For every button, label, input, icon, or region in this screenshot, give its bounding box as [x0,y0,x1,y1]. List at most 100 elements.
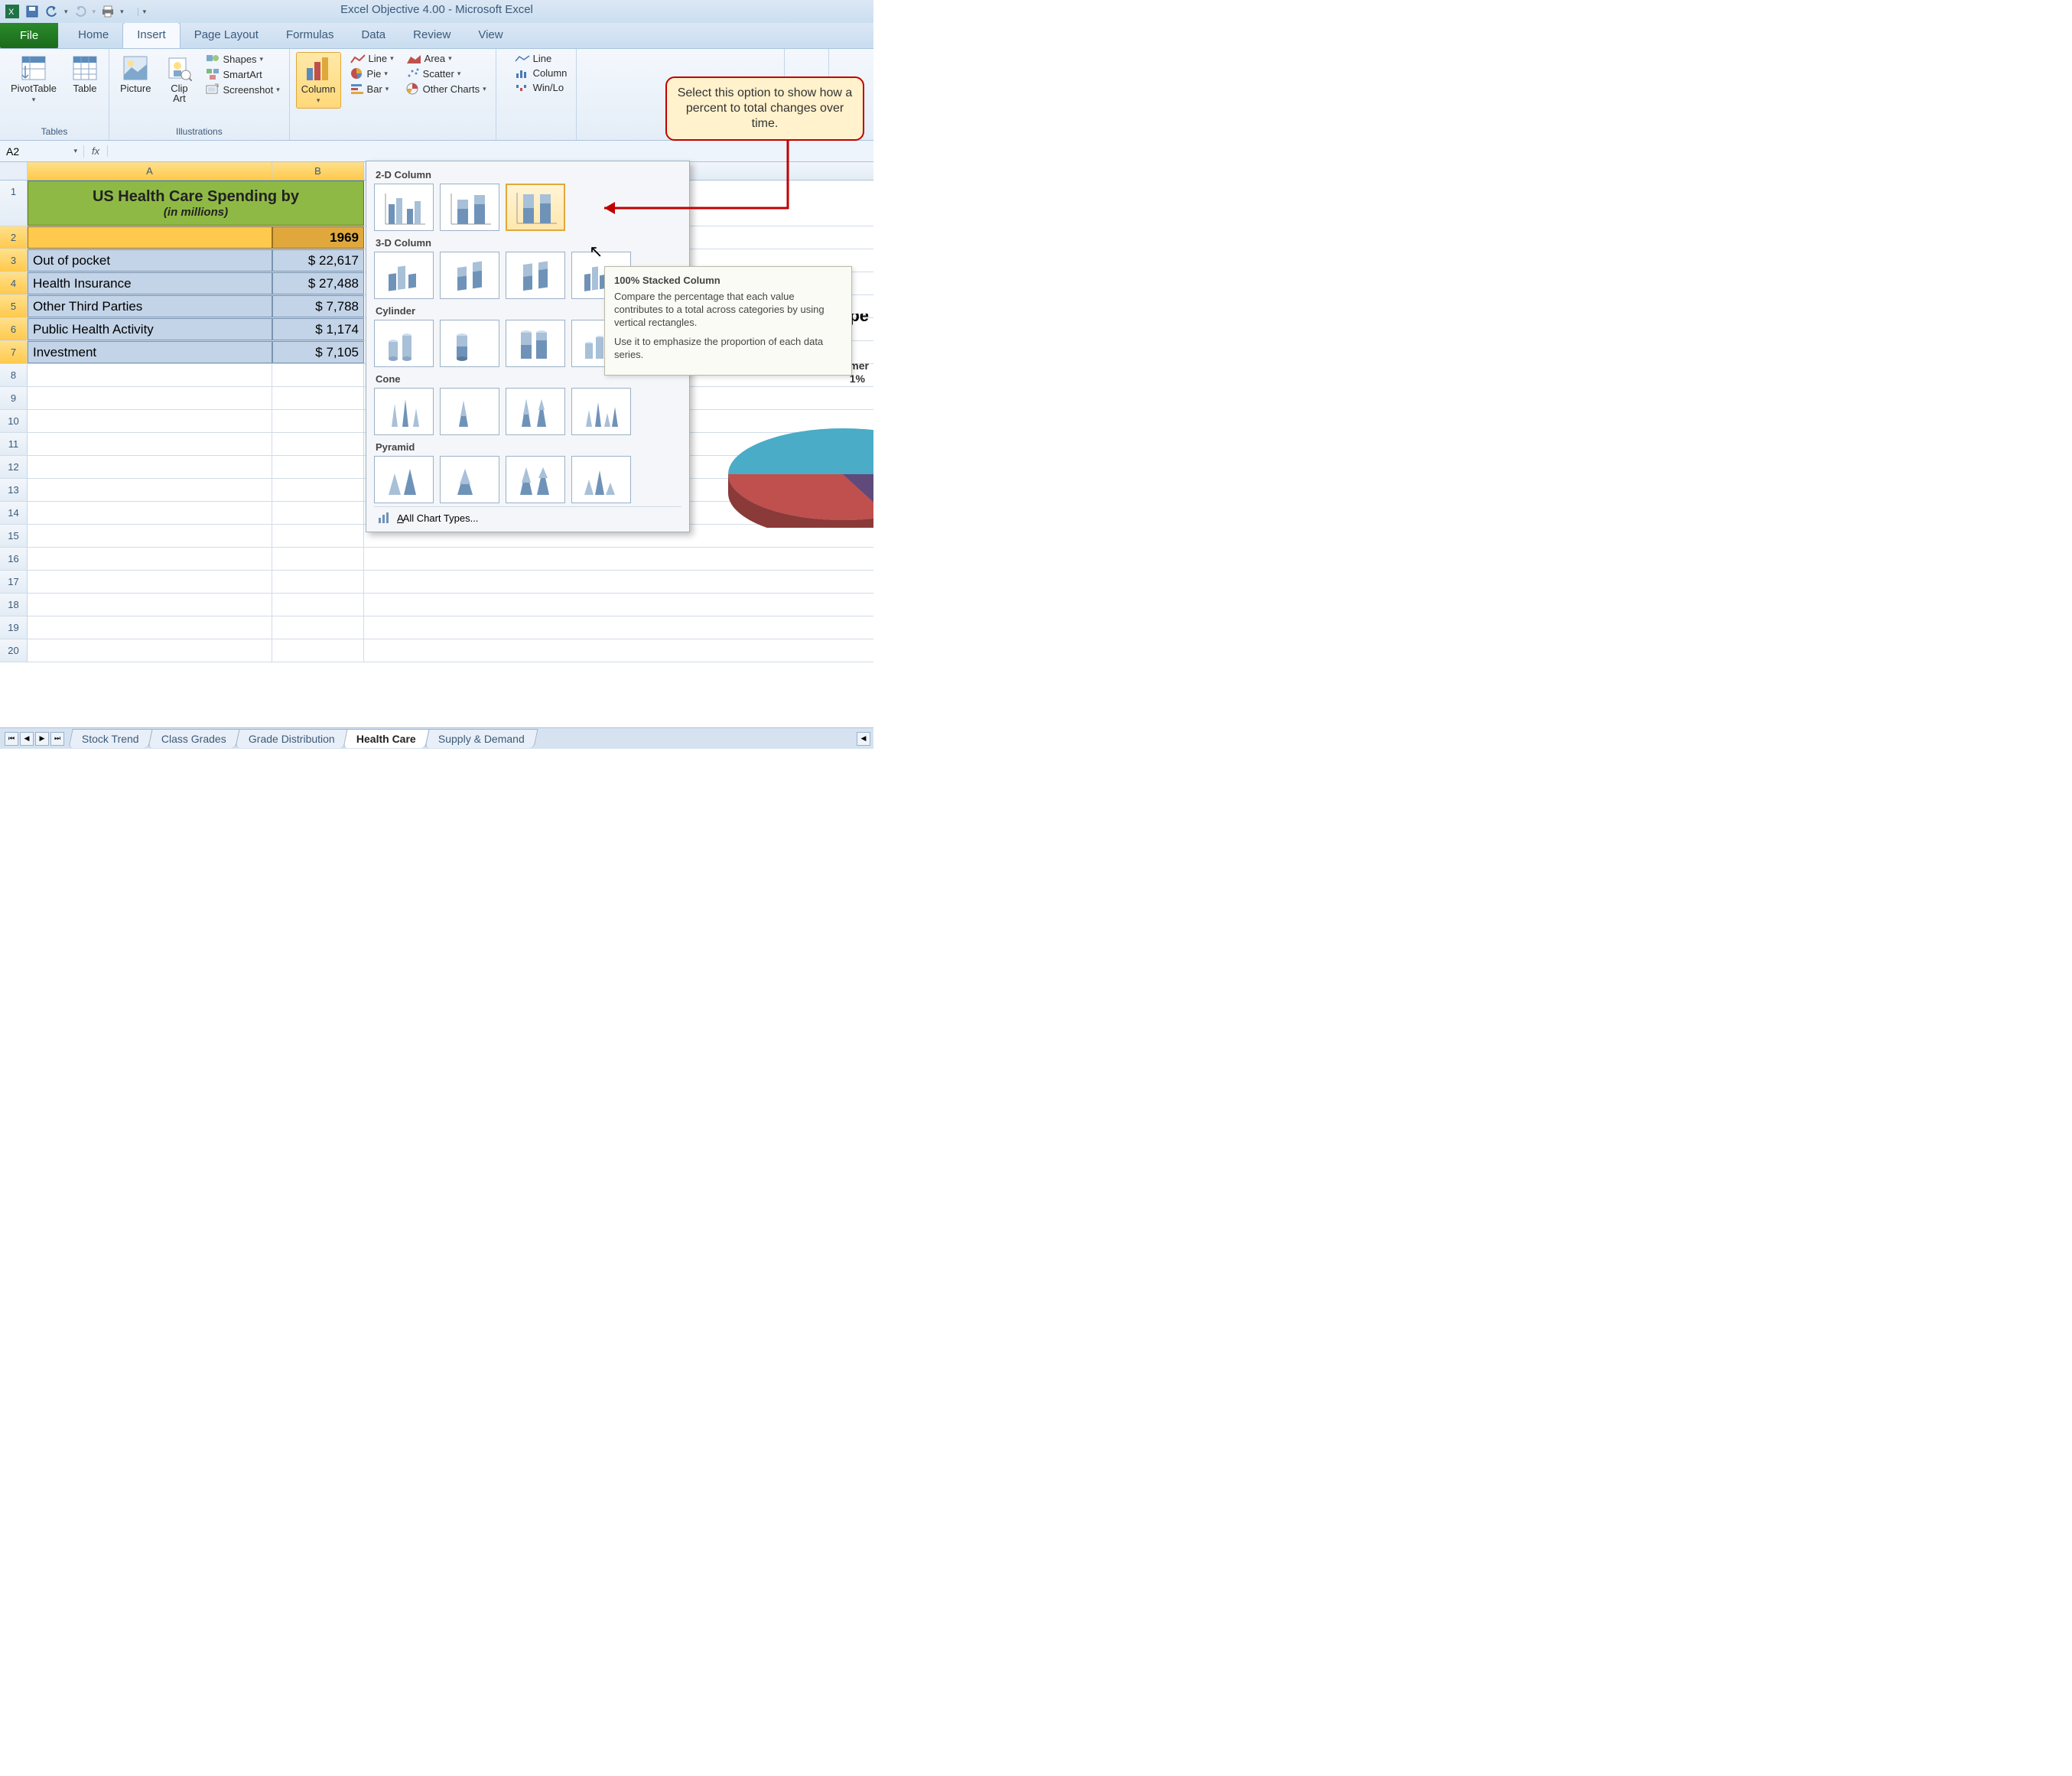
table-button[interactable]: Table [67,52,102,97]
print-icon[interactable] [100,4,115,19]
prev-sheet-button[interactable]: ◀ [20,732,34,746]
row-header-13[interactable]: 13 [0,479,28,502]
cell-B4[interactable]: $ 27,488 [272,272,364,294]
row-header-1[interactable]: 1 [0,181,28,226]
sparkline-winloss-button[interactable]: Win/Lo [512,81,571,94]
cell-B6[interactable]: $ 1,174 [272,318,364,340]
picture-button[interactable]: Picture [115,52,155,97]
cone-3d-option[interactable] [571,388,631,435]
redo-dropdown-icon[interactable]: ▾ [93,8,96,16]
sheet-tab-supply-demand[interactable]: Supply & Demand [424,729,538,748]
tab-page-layout[interactable]: Page Layout [181,23,272,48]
row-header-9[interactable]: 9 [0,387,28,410]
row-header-20[interactable]: 20 [0,639,28,662]
pyramid-100-stacked-option[interactable] [506,456,565,503]
tab-data[interactable]: Data [347,23,399,48]
tab-view[interactable]: View [464,23,516,48]
area-chart-button[interactable]: Area ▾ [403,52,490,65]
tab-review[interactable]: Review [399,23,464,48]
empty-cell[interactable] [28,364,272,386]
cell-B3[interactable]: $ 22,617 [272,249,364,272]
tab-insert[interactable]: Insert [122,22,181,48]
shapes-button[interactable]: Shapes ▾ [203,52,282,66]
3d-stacked-column-option[interactable] [440,252,499,299]
row-header-14[interactable]: 14 [0,502,28,525]
name-box[interactable]: A2▾ [0,145,84,158]
clustered-column-option[interactable] [374,184,434,231]
cell-A5[interactable]: Other Third Parties [28,295,272,317]
pyramid-clustered-option[interactable] [374,456,434,503]
row-header-17[interactable]: 17 [0,571,28,594]
file-tab[interactable]: File [0,23,58,48]
row-header-19[interactable]: 19 [0,616,28,639]
pyramid-3d-option[interactable] [571,456,631,503]
undo-dropdown-icon[interactable]: ▾ [64,8,68,16]
last-sheet-button[interactable]: ⏭ [50,732,64,746]
col-header-A[interactable]: A [28,162,272,180]
sheet-tab-class-grades[interactable]: Class Grades [148,729,239,748]
pivottable-button[interactable]: PivotTable ▾ [6,52,61,107]
3d-100-stacked-column-option[interactable] [506,252,565,299]
row-header-3[interactable]: 3 [0,249,28,272]
column-chart-button[interactable]: Column ▾ [296,52,341,109]
screenshot-button[interactable]: Screenshot ▾ [203,83,282,96]
cell-A2[interactable] [28,226,272,249]
line-chart-button[interactable]: Line ▾ [347,52,397,65]
cell-A4[interactable]: Health Insurance [28,272,272,294]
row-header-4[interactable]: 4 [0,272,28,295]
tab-scroll-left-button[interactable]: ◀ [857,732,870,746]
col-header-B[interactable]: B [272,162,364,180]
tab-formulas[interactable]: Formulas [272,23,348,48]
cone-100-stacked-option[interactable] [506,388,565,435]
row-header-7[interactable]: 7 [0,341,28,364]
sheet-tab-grade-distribution[interactable]: Grade Distribution [235,729,348,748]
3d-clustered-column-option[interactable] [374,252,434,299]
select-all-corner[interactable] [0,162,28,180]
cone-clustered-option[interactable] [374,388,434,435]
qat-customize-icon[interactable]: ▾ [138,8,147,16]
cylinder-stacked-option[interactable] [440,320,499,367]
smartart-button[interactable]: SmartArt [203,67,282,81]
sheet-tab-health-care[interactable]: Health Care [343,729,430,748]
row-header-6[interactable]: 6 [0,318,28,341]
cell-B2[interactable]: 1969 [272,226,364,249]
row-header-16[interactable]: 16 [0,548,28,571]
next-sheet-button[interactable]: ▶ [35,732,49,746]
cylinder-100-stacked-option[interactable] [506,320,565,367]
row-header-8[interactable]: 8 [0,364,28,387]
all-chart-types-button[interactable]: AAll Chart Types... [374,506,681,525]
cell-A6[interactable]: Public Health Activity [28,318,272,340]
cylinder-clustered-option[interactable] [374,320,434,367]
undo-icon[interactable] [44,4,60,19]
cell-A3[interactable]: Out of pocket [28,249,272,272]
scatter-chart-button[interactable]: Scatter ▾ [403,67,490,80]
row-header-18[interactable]: 18 [0,594,28,616]
sparkline-column-button[interactable]: Column [512,67,571,80]
name-box-dropdown-icon[interactable]: ▾ [73,147,77,155]
row-header-12[interactable]: 12 [0,456,28,479]
other-charts-button[interactable]: Other Charts ▾ [403,82,490,96]
cell-A7[interactable]: Investment [28,341,272,363]
clipart-button[interactable]: Clip Art [161,52,197,107]
row-header-5[interactable]: 5 [0,295,28,318]
first-sheet-button[interactable]: ⏮ [5,732,18,746]
cone-stacked-option[interactable] [440,388,499,435]
sheet-tab-stock-trend[interactable]: Stock Trend [68,729,152,748]
cell-B7[interactable]: $ 7,105 [272,341,364,363]
stacked-column-option[interactable] [440,184,499,231]
fx-button[interactable]: fx [84,145,108,157]
print-dropdown-icon[interactable]: ▾ [120,8,124,16]
row-header-10[interactable]: 10 [0,410,28,433]
pie-chart-button[interactable]: Pie ▾ [347,67,397,80]
sparkline-line-button[interactable]: Line [512,52,571,65]
tab-home[interactable]: Home [64,23,122,48]
row-header-11[interactable]: 11 [0,433,28,456]
save-icon[interactable] [24,4,40,19]
pyramid-stacked-option[interactable] [440,456,499,503]
row-header-2[interactable]: 2 [0,226,28,249]
100-stacked-column-option[interactable] [506,184,565,231]
row-header-15[interactable]: 15 [0,525,28,548]
redo-icon[interactable] [73,4,88,19]
bar-chart-button[interactable]: Bar ▾ [347,82,397,96]
cell-B5[interactable]: $ 7,788 [272,295,364,317]
